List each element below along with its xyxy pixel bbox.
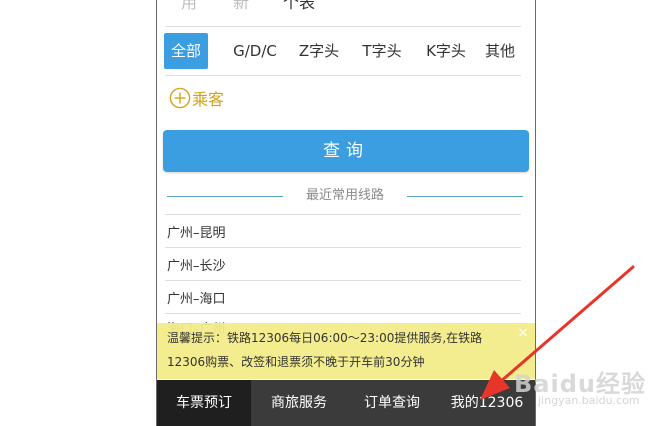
date-row-left: 用 bbox=[181, 0, 198, 12]
date-row[interactable]: 用 新 个表 bbox=[167, 0, 527, 26]
divider bbox=[165, 26, 521, 27]
nav-ticket-booking[interactable]: 车票预订 bbox=[157, 380, 251, 426]
notice-line-1: 温馨提示：铁路12306每日06:00～23:00提供服务,在铁路 bbox=[167, 331, 483, 345]
close-icon[interactable]: × bbox=[517, 321, 529, 345]
watermark-url: jingyan.baidu.com bbox=[538, 394, 640, 407]
query-button[interactable]: 查询 bbox=[163, 130, 529, 172]
recent-routes-header: 最近常用线路 bbox=[167, 186, 523, 206]
divider bbox=[165, 247, 521, 248]
date-row-mid: 新 bbox=[233, 0, 250, 12]
notice-line-2: 12306购票、改签和退票须不晚于开车前30分钟 bbox=[167, 355, 425, 369]
route-item[interactable]: 广州–海口 bbox=[167, 288, 226, 307]
nav-business-travel[interactable]: 商旅服务 bbox=[251, 380, 347, 426]
type-tab-all[interactable]: 全部 bbox=[164, 33, 208, 69]
recent-routes-title: 最近常用线路 bbox=[305, 188, 384, 203]
phone-screen: 用 新 个表 全部 G/D/C Z字头 T字头 K字头 其他 乘客 查询 最近常… bbox=[156, 0, 536, 426]
bottom-nav: 车票预订 商旅服务 订单查询 我的12306 bbox=[157, 380, 535, 426]
divider bbox=[165, 75, 521, 76]
type-tab-other[interactable]: 其他 bbox=[480, 33, 520, 69]
add-passenger-label: 乘客 bbox=[192, 90, 225, 109]
date-row-right: 个表 bbox=[283, 0, 316, 12]
route-item[interactable]: 广州–昆明 bbox=[167, 222, 226, 241]
plus-circle-icon bbox=[169, 87, 191, 109]
type-tab-gdc[interactable]: G/D/C bbox=[225, 33, 285, 69]
type-tab-z[interactable]: Z字头 bbox=[291, 33, 347, 69]
divider bbox=[165, 214, 521, 215]
route-item[interactable]: 广州–长沙 bbox=[167, 255, 226, 274]
type-tab-t[interactable]: T字头 bbox=[354, 33, 410, 69]
divider bbox=[165, 313, 521, 314]
train-type-filter: 全部 G/D/C Z字头 T字头 K字头 其他 bbox=[163, 33, 523, 69]
type-tab-k[interactable]: K字头 bbox=[417, 33, 475, 69]
notice-banner: 温馨提示：铁路12306每日06:00～23:00提供服务,在铁路 12306购… bbox=[157, 321, 535, 379]
nav-order-query[interactable]: 订单查询 bbox=[347, 380, 437, 426]
divider bbox=[165, 280, 521, 281]
watermark: Baidu经验 jingyan.baidu.com bbox=[514, 360, 664, 420]
add-passenger-button[interactable]: 乘客 bbox=[169, 85, 224, 111]
